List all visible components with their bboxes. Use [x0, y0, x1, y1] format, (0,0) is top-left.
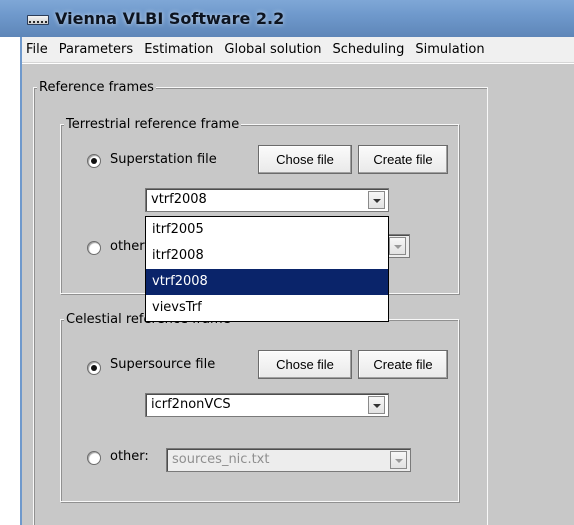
terrestrial-frame-legend: Terrestrial reference frame	[64, 117, 242, 132]
chevron-down-icon	[389, 237, 406, 255]
terrestrial-frame-combo[interactable]: vtrf2008	[145, 188, 389, 212]
reference-frames-legend: Reference frames	[37, 80, 156, 95]
dropdown-option-vievstrf[interactable]: vievsTrf	[146, 295, 388, 321]
terrestrial-frame-dropdown-list[interactable]: itrf2005 itrf2008 vtrf2008 vievsTrf	[145, 216, 389, 322]
celestial-other-label: other:	[110, 449, 149, 464]
celestial-frame-combo-value: icrf2nonVCS	[151, 397, 231, 412]
menu-file[interactable]: File	[20, 37, 53, 62]
menu-simulation[interactable]: Simulation	[409, 37, 489, 62]
terrestrial-frame-combo-value: vtrf2008	[151, 192, 207, 207]
dropdown-option-itrf2008[interactable]: itrf2008	[146, 243, 388, 269]
window-title: Vienna VLBI Software 2.2	[55, 9, 285, 28]
terrestrial-other-radio[interactable]	[87, 241, 101, 255]
chevron-down-icon	[390, 451, 407, 469]
supersource-radio[interactable]	[87, 361, 101, 375]
celestial-chose-file-button[interactable]: Chose file	[258, 350, 352, 379]
menu-estimation[interactable]: Estimation	[138, 37, 218, 62]
chevron-down-icon[interactable]	[368, 191, 385, 209]
superstation-label: Superstation file	[110, 152, 217, 167]
dropdown-option-itrf2005[interactable]: itrf2005	[146, 217, 388, 243]
menu-global-solution[interactable]: Global solution	[218, 37, 326, 62]
terrestrial-create-file-button[interactable]: Create file	[358, 145, 448, 174]
window-left-border	[20, 37, 22, 525]
menu-parameters[interactable]: Parameters	[53, 37, 138, 62]
supersource-label: Supersource file	[110, 357, 216, 372]
celestial-other-combo: sources_nic.txt	[166, 448, 411, 472]
dropdown-option-vtrf2008[interactable]: vtrf2008	[146, 269, 388, 295]
superstation-radio[interactable]	[87, 154, 101, 168]
app-icon	[27, 15, 49, 25]
celestial-create-file-button[interactable]: Create file	[358, 350, 448, 379]
celestial-frame-combo[interactable]: icrf2nonVCS	[145, 393, 389, 417]
terrestrial-chose-file-button[interactable]: Chose file	[258, 145, 352, 174]
chevron-down-icon[interactable]	[368, 396, 385, 414]
celestial-other-combo-value: sources_nic.txt	[172, 452, 270, 467]
celestial-other-radio[interactable]	[87, 451, 101, 465]
menu-scheduling[interactable]: Scheduling	[327, 37, 410, 62]
menu-bar: File Parameters Estimation Global solution S…	[20, 37, 574, 63]
terrestrial-other-label: other:	[110, 239, 149, 254]
